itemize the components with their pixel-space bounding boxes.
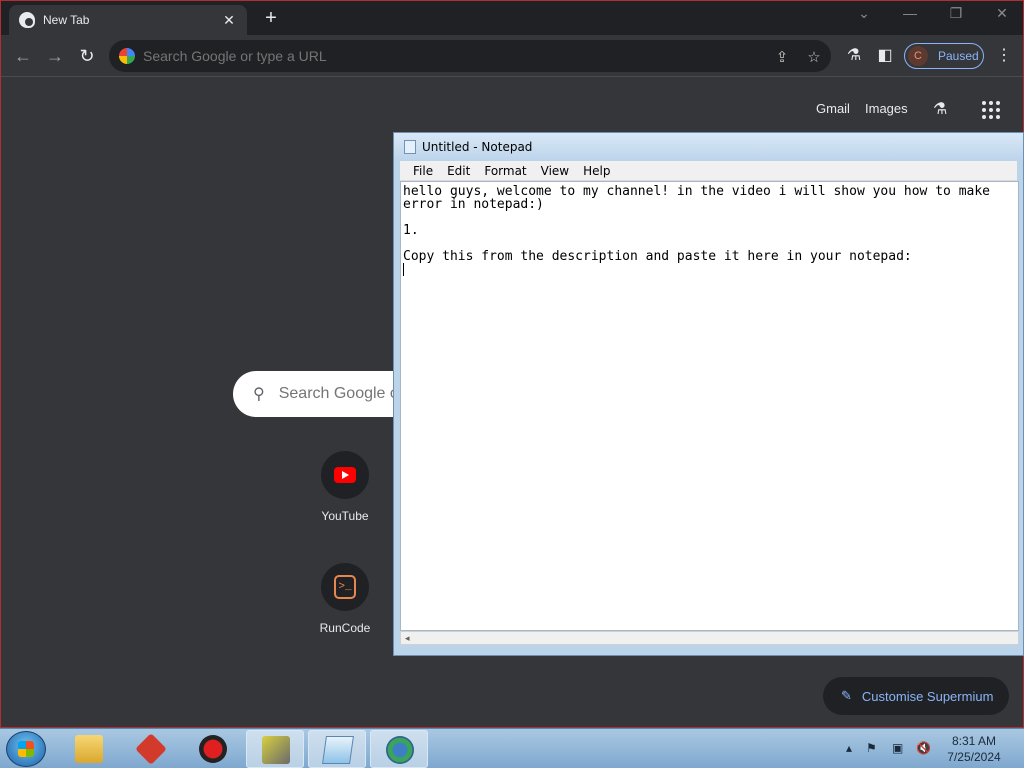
browser-toolbar: ← → ↻ ⇪ ☆ ⚗ ◧ C Paused ⋮ (1, 35, 1023, 77)
kebab-menu-icon[interactable]: ⋮ (993, 45, 1015, 65)
google-g-icon (119, 48, 135, 64)
horizontal-scrollbar[interactable]: ◂ (400, 631, 1019, 645)
media-app-icon (262, 736, 290, 764)
side-panel-icon[interactable]: ◧ (874, 45, 896, 65)
share-icon[interactable]: ⇪ (771, 48, 793, 66)
notepad-icon (404, 140, 416, 154)
close-window-icon[interactable]: ✕ (987, 5, 1017, 22)
tab-strip: New Tab ✕ + ⌄ — ❐ ✕ (1, 1, 1023, 35)
notepad-content: hello guys, welcome to my channel! in th… (403, 184, 990, 264)
forward-arrow-icon[interactable]: → (43, 44, 67, 68)
folder-icon (75, 735, 103, 763)
gmail-link[interactable]: Gmail (816, 101, 850, 116)
shortcut-youtube[interactable]: YouTube (300, 451, 390, 523)
taskbar-explorer[interactable] (60, 730, 118, 768)
network-icon[interactable]: ▣ (892, 741, 903, 755)
tab-new-tab[interactable]: New Tab ✕ (9, 5, 247, 35)
menu-help[interactable]: Help (583, 164, 610, 178)
menu-view[interactable]: View (541, 164, 569, 178)
menu-file[interactable]: File (413, 164, 433, 178)
start-button[interactable] (6, 731, 46, 767)
tray-expand-icon[interactable]: ▴ (846, 741, 852, 755)
omnibox-input[interactable] (143, 48, 743, 64)
search-icon: ⚲ (253, 386, 265, 403)
profile-paused-button[interactable]: C Paused (904, 43, 984, 69)
action-center-flag-icon[interactable]: ⚑ (866, 741, 877, 755)
notepad-titlebar[interactable]: Untitled - Notepad (394, 133, 1023, 161)
clock[interactable]: 8:31 AM 7/25/2024 (935, 733, 1013, 765)
reload-icon[interactable]: ↻ (75, 44, 99, 68)
menu-format[interactable]: Format (484, 164, 526, 178)
text-caret (403, 263, 404, 276)
pencil-icon: ✎ (841, 688, 852, 703)
labs-flask-icon[interactable]: ⚗ (843, 45, 865, 65)
customise-button[interactable]: ✎ Customise Supermium (823, 677, 1009, 715)
profile-avatar: C (908, 46, 928, 66)
tab-title: New Tab (43, 13, 90, 27)
clock-date: 7/25/2024 (947, 750, 1001, 764)
record-icon (199, 735, 227, 763)
shortcut-label: RunCode (319, 621, 371, 635)
browser-taskbar-icon (386, 736, 414, 764)
notepad-window: Untitled - Notepad File Edit Format View… (393, 132, 1024, 656)
youtube-icon (334, 467, 356, 483)
profile-status: Paused (938, 49, 979, 63)
minimize-icon[interactable]: — (895, 5, 925, 21)
tab-close-icon[interactable]: ✕ (221, 12, 237, 29)
omnibox[interactable]: ⇪ ☆ (109, 40, 831, 72)
notepad-taskbar-icon (322, 736, 354, 764)
shortcut-youtube-tile (321, 451, 369, 499)
volume-muted-icon[interactable]: 🔇 (916, 741, 931, 755)
restore-icon[interactable]: ❐ (941, 5, 971, 22)
customise-label: Customise Supermium (861, 688, 994, 704)
notepad-menubar: File Edit Format View Help (400, 161, 1017, 181)
menu-edit[interactable]: Edit (447, 164, 470, 178)
notepad-title: Untitled - Notepad (422, 140, 533, 154)
back-arrow-icon[interactable]: ← (11, 44, 35, 68)
shortcut-runcode[interactable]: >_ RunCode (300, 563, 390, 635)
tab-search-chevron-icon[interactable]: ⌄ (849, 5, 879, 22)
taskbar-notepad[interactable] (308, 730, 366, 768)
google-apps-icon[interactable] (982, 101, 1000, 119)
clock-time: 8:31 AM (951, 734, 997, 748)
runcode-icon: >_ (334, 575, 356, 599)
taskbar: ▴ ⚑ ▣ 🔇 8:31 AM 7/25/2024 (0, 728, 1024, 768)
search-labs-icon[interactable]: ⚗ (933, 99, 947, 119)
red-app-icon (135, 733, 167, 765)
new-tab-plus-icon[interactable]: + (259, 7, 283, 31)
bookmark-star-icon[interactable]: ☆ (803, 48, 825, 66)
taskbar-app-record[interactable] (184, 730, 242, 768)
taskbar-supermium[interactable] (370, 730, 428, 768)
chrome-icon (19, 12, 35, 28)
shortcut-label: YouTube (321, 509, 369, 523)
notepad-text-area[interactable]: hello guys, welcome to my channel! in th… (400, 181, 1019, 631)
images-link[interactable]: Images (865, 101, 908, 116)
taskbar-app-media[interactable] (246, 730, 304, 768)
shortcut-runcode-tile: >_ (321, 563, 369, 611)
taskbar-app-red[interactable] (122, 730, 180, 768)
